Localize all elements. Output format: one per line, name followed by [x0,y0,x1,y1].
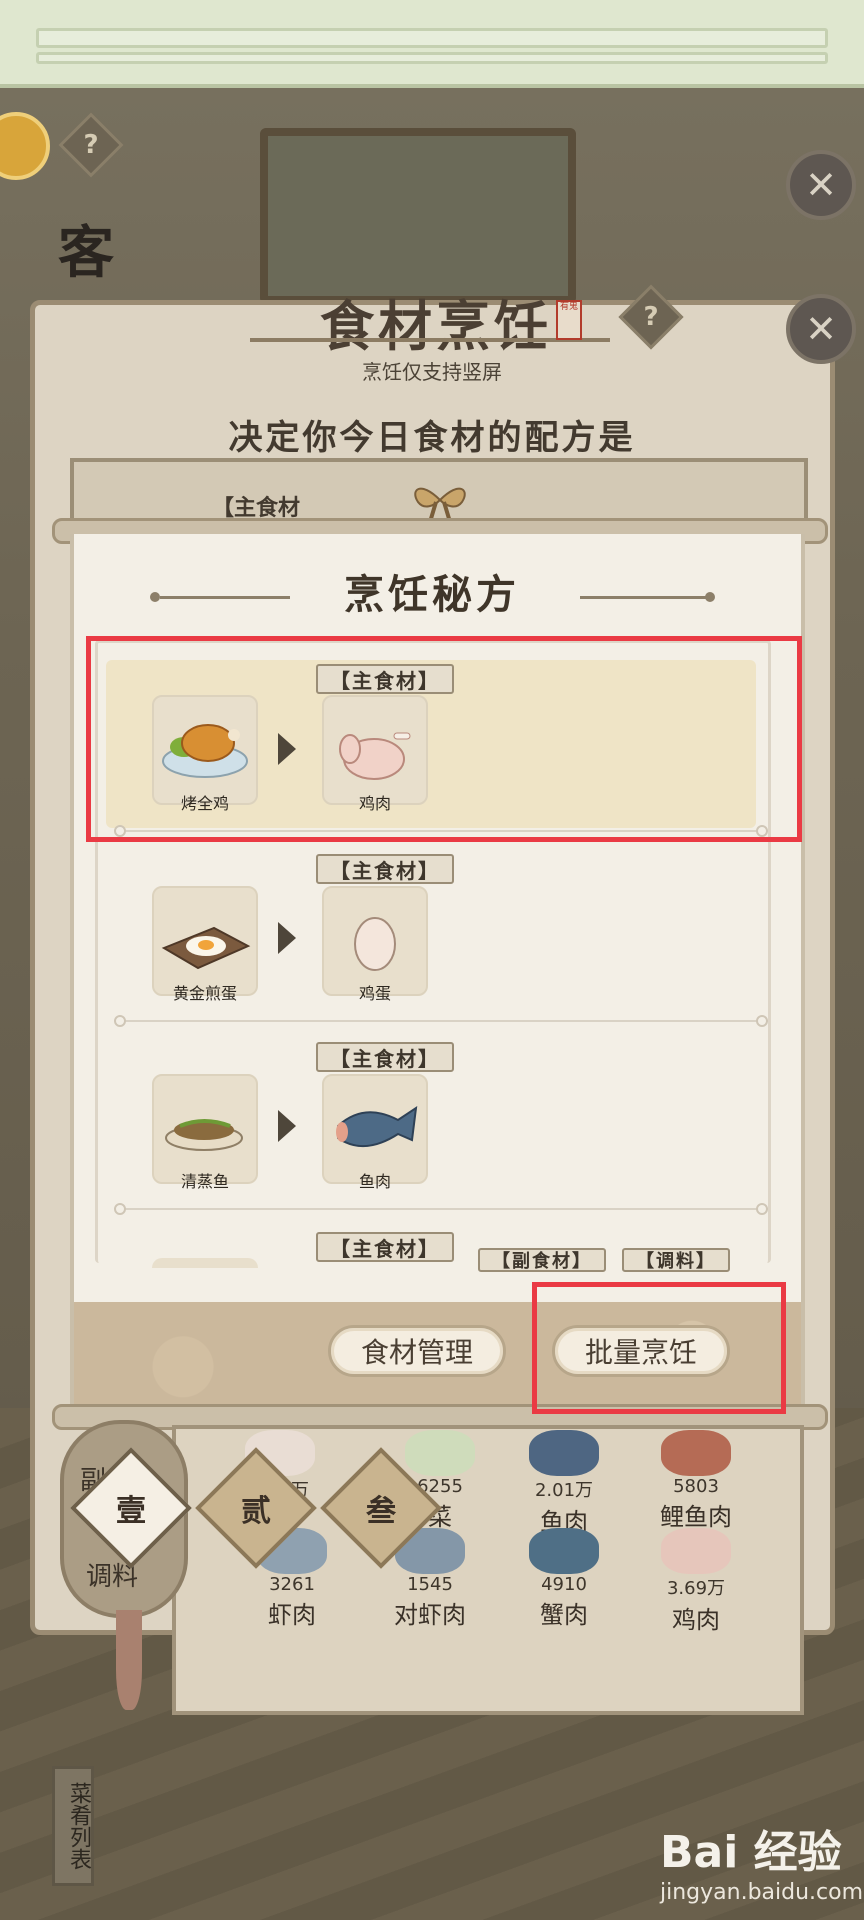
status-bar-track [36,28,828,48]
ingredient-item[interactable]: 2.01万 鱼肉 [494,1430,634,1537]
partial-dish-tile [152,1258,258,1268]
ingredient-name: 鸡肉 [672,1606,720,1634]
steamed-fish-icon [165,1119,243,1151]
crab-icon [529,1528,599,1574]
arrow-right-icon [278,922,296,954]
row-separator [118,1020,768,1022]
close-icon: ✕ [805,307,837,351]
fish-meat-icon [529,1430,599,1476]
ingredient-qty: 3.69万 [666,1578,726,1599]
category-tab-label: 贰 [241,1494,271,1529]
close-icon: ✕ [805,163,837,207]
main-ingredient-tag: 【主食材】 [316,1232,454,1262]
baidu-watermark-url: jingyan.baidu.com [660,1880,864,1905]
bg-side-title: 客 [58,221,114,286]
title-rule-left [160,596,290,599]
ingredient-qty: 3261 [269,1574,315,1595]
title-rule-right [580,596,710,599]
row-separator [118,1208,768,1210]
separator-dot [114,1015,126,1027]
tassel-decoration [116,1610,142,1710]
separator-dot [756,1203,768,1215]
ingredient-manage-button[interactable]: 食材管理 [328,1325,507,1377]
fish-meat-icon [336,1105,418,1148]
ingredient-item[interactable]: 4910 蟹肉 [494,1528,634,1630]
main-ingredient-tag: 【主食材】 [316,854,454,884]
side-ingredient-tag: 【副食材】 [478,1248,606,1272]
ingredient-qty: 5803 [673,1476,719,1497]
ingredient-name: 鸡蛋 [358,984,391,1003]
dish-name: 黄金煎蛋 [172,984,237,1003]
top-status-strip [0,0,864,88]
carp-meat-icon [661,1430,731,1476]
ingredient-name: 蟹肉 [540,1601,588,1629]
fried-egg-icon [161,926,251,970]
ingredient-name: 鱼肉 [358,1172,391,1191]
title-seal-stamp: 有鬼 [556,300,582,340]
dialog-title: 烹饪秘方 [344,572,520,618]
arrow-right-icon [278,1110,296,1142]
highlight-box-recipe [86,636,802,842]
panel-title: 食材烹饪 [320,295,552,358]
separator-dot [114,1203,126,1215]
status-bar-track-2 [36,52,828,64]
ingredient-name: 对虾肉 [394,1601,466,1629]
ingredient-qty: 4910 [541,1574,587,1595]
ingredient-item[interactable]: 5803 鲤鱼肉 [626,1430,766,1532]
ingredient-qty: 2.01万 [534,1480,594,1501]
panel-prompt: 决定你今日食材的配方是 [228,418,636,458]
ingredient-qty: 1545 [407,1574,453,1595]
ingredient-item[interactable]: 3.69万 鸡肉 [626,1528,766,1635]
panel-subtitle: 烹饪仅支持竖屏 [362,360,502,384]
separator-dot [756,1015,768,1027]
question-icon: ? [643,302,659,332]
main-ingredient-tag: 【主食材】 [316,1042,454,1072]
panel-close-button[interactable]: ✕ [786,294,856,364]
egg-icon [354,917,396,971]
baidu-watermark: Bai 经验 [660,1827,842,1878]
ingredient-name: 虾肉 [268,1601,316,1629]
title-rule-dot-left [150,592,160,602]
title-rule-dot-right [705,592,715,602]
seasoning-tag: 【调料】 [622,1248,730,1272]
bg-close-button[interactable]: ✕ [786,150,856,220]
dish-list-button[interactable]: 菜肴列表 [52,1766,94,1886]
category-tab-label: 壹 [116,1494,146,1529]
category-tab-label: 叁 [366,1494,396,1529]
room-bed-frame [260,128,576,304]
ingredient-name: 鲤鱼肉 [660,1503,732,1531]
highlight-box-batch-cook [532,1282,786,1414]
dish-name: 清蒸鱼 [180,1172,229,1191]
question-icon: ? [83,130,99,160]
chicken-meat-icon [661,1528,731,1574]
